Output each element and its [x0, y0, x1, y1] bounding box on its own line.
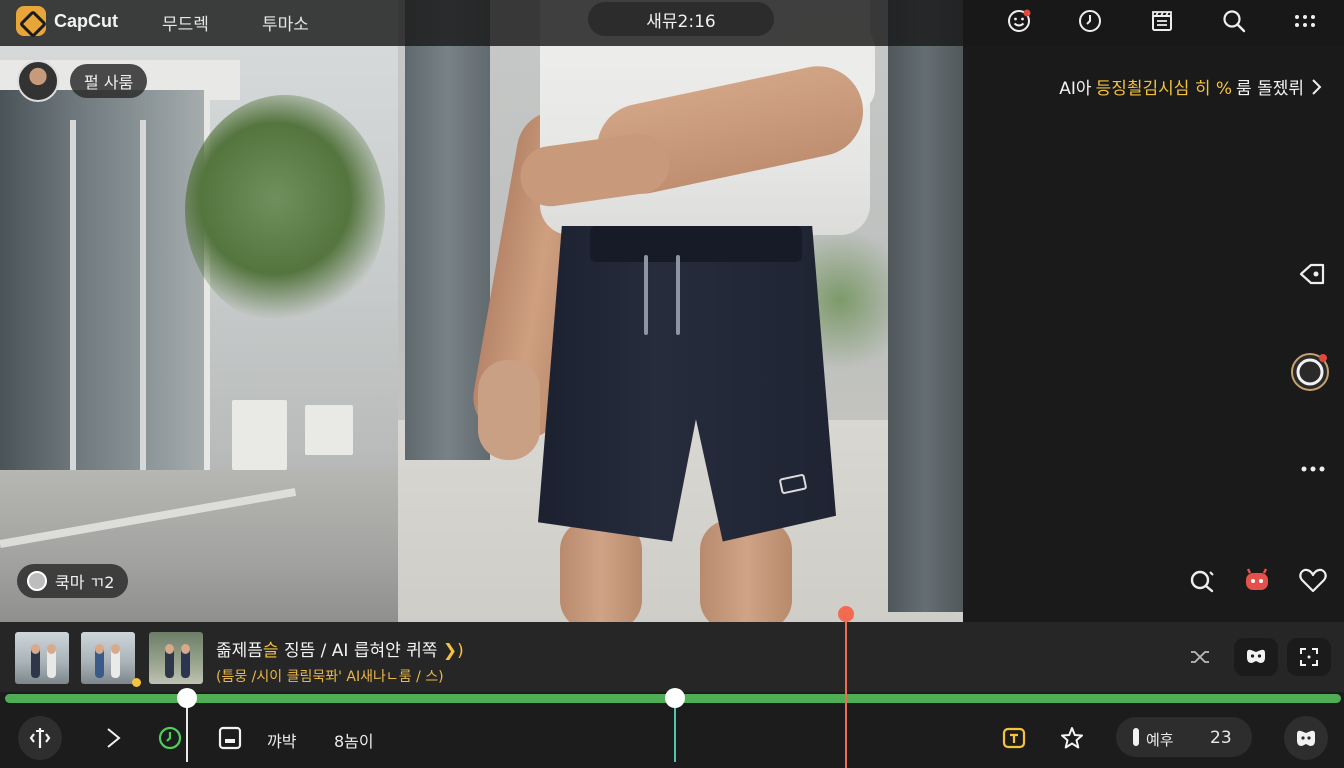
planter-pot	[305, 405, 353, 455]
timer-icon[interactable]	[1075, 6, 1105, 36]
fullscreen-button[interactable]	[1287, 638, 1331, 676]
timecode-text: 새뮤2:16	[646, 11, 716, 32]
door-frame	[70, 120, 76, 490]
top-bar: CapCut 무드렉 투마소 새뮤2:16	[0, 0, 1344, 46]
favorite-tool-button[interactable]	[1058, 718, 1086, 758]
capcut-logo-icon	[16, 6, 46, 36]
shuffle-icon[interactable]	[1188, 646, 1212, 668]
clip-title-highlight: 슬	[262, 641, 279, 661]
clip-title-post: 징뜸 / AI 릅혀얀 퀴쪽	[278, 641, 438, 661]
trim-line	[674, 706, 676, 762]
drawstring	[644, 255, 648, 335]
clip-title-arrow: ❯)	[442, 641, 464, 661]
export-button[interactable]	[1284, 716, 1328, 760]
clip-selected-dot	[132, 678, 141, 687]
heart-icon[interactable]	[1293, 560, 1333, 600]
split-tool-button[interactable]	[18, 716, 62, 760]
speed-label: 예후	[1146, 731, 1174, 749]
playhead-handle[interactable]	[838, 606, 854, 622]
pillar	[888, 0, 963, 612]
expand-icon	[1300, 648, 1318, 666]
play-button[interactable]	[100, 718, 126, 758]
trim-line	[186, 706, 188, 762]
avatar[interactable]	[17, 60, 59, 102]
speed-clock-button[interactable]	[157, 718, 183, 758]
ai-suggestion-banner[interactable]: AI아 등징쵤김시심 히 % 룸 돌젰뤼	[1059, 74, 1324, 99]
clip-thumbnail[interactable]	[149, 632, 203, 684]
trim-handle-end[interactable]	[665, 688, 685, 708]
model-leg	[700, 520, 792, 630]
clip-title[interactable]: 졺제픔슬 징뜸 / AI 릅혀얀 퀴쪽 ❯)	[216, 636, 464, 661]
ai-banner-suffix: 룸 돌젰뤼	[1236, 79, 1304, 99]
user-label-chip[interactable]: 펄 사룸	[70, 64, 148, 98]
speed-indicator-icon	[1133, 728, 1139, 746]
model-hand	[478, 360, 540, 460]
storefront	[0, 90, 210, 490]
effects-button[interactable]	[1234, 638, 1278, 676]
shorts-waistband	[590, 226, 802, 262]
sidewalk	[0, 470, 398, 622]
ai-banner-highlight: 등징쵤김시심 히 %	[1095, 79, 1233, 99]
tag-icon[interactable]	[1293, 254, 1333, 294]
tool-label-2[interactable]: 8놈이	[334, 728, 374, 752]
mask-icon	[1247, 649, 1265, 663]
clip-thumbnail[interactable]	[81, 632, 135, 684]
sticker-icon[interactable]	[1237, 560, 1277, 600]
star-icon	[1061, 727, 1083, 749]
tab-1[interactable]: 무드렉	[162, 10, 209, 35]
tool-label-1[interactable]: 꺄뱍	[267, 728, 296, 752]
record-icon[interactable]	[1290, 352, 1330, 392]
ai-banner-prefix: AI아	[1059, 79, 1092, 99]
caption-icon	[218, 726, 242, 750]
model-leg	[560, 520, 642, 630]
planter-pot	[232, 400, 287, 470]
emoji-icon[interactable]	[1004, 6, 1034, 36]
playhead[interactable]	[845, 612, 847, 768]
clip-thumbnail[interactable]	[15, 632, 69, 684]
sound-chip-label: 쿡마 ㄲ2	[55, 573, 115, 592]
brand-name: CapCut	[54, 10, 118, 31]
sound-icon	[27, 571, 47, 591]
timecode-display: 새뮤2:16	[588, 2, 774, 36]
play-icon	[107, 728, 121, 748]
user-label: 펄 사룸	[84, 73, 134, 92]
chevron-right-icon	[1312, 78, 1322, 95]
brand[interactable]: CapCut	[16, 6, 118, 36]
tab-2[interactable]: 투마소	[262, 10, 309, 35]
zoom-search-icon[interactable]	[1182, 560, 1222, 600]
planter-tree	[185, 95, 385, 325]
split-icon	[29, 728, 51, 748]
caption-button[interactable]	[216, 718, 244, 758]
text-tool-button[interactable]	[1000, 718, 1028, 758]
drawstring	[676, 255, 680, 335]
clip-subtitle: (틈뭉 /시이 클림묵퐈' AI새나ㄴ룸 / 스)	[216, 669, 444, 685]
clip-title-pre: 졺제픔	[216, 641, 263, 661]
door-frame	[140, 120, 146, 490]
speed-value: 23	[1210, 728, 1232, 748]
more-icon[interactable]	[1290, 6, 1320, 36]
green-clock-icon	[158, 726, 182, 750]
more-dots-icon[interactable]	[1293, 449, 1333, 489]
trim-handle-start[interactable]	[177, 688, 197, 708]
export-icon	[1297, 730, 1315, 746]
clapper-icon[interactable]	[1147, 6, 1177, 36]
sound-chip[interactable]: 쿡마 ㄲ2	[17, 564, 129, 598]
text-box-icon	[1002, 727, 1026, 749]
search-icon[interactable]	[1219, 6, 1249, 36]
